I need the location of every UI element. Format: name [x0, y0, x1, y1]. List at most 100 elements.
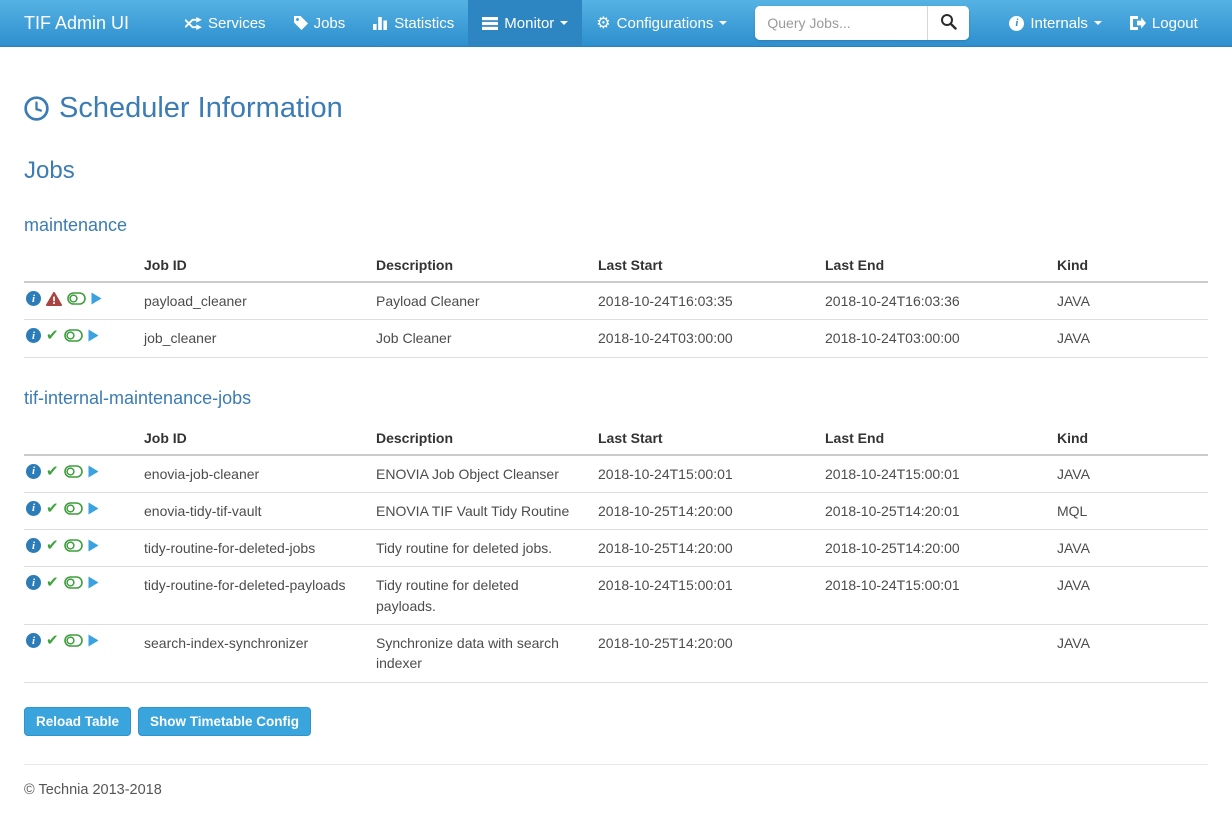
info-icon[interactable]: i — [26, 464, 41, 479]
column-header-last-start: Last Start — [590, 422, 817, 455]
job-row: i✔tidy-routine-for-deleted-payloadsTidy … — [24, 567, 1208, 625]
cell-description: Payload Cleaner — [368, 282, 590, 320]
cell-last-start: 2018-10-24T15:00:01 — [590, 455, 817, 493]
check-icon: ✔ — [46, 328, 59, 343]
table-actions: Reload Table Show Timetable Config — [24, 707, 1208, 736]
play-icon[interactable] — [88, 634, 99, 647]
nav-item-label: Monitor — [504, 15, 554, 32]
info-icon[interactable]: i — [26, 501, 41, 516]
check-icon: ✔ — [46, 633, 59, 648]
check-icon: ✔ — [46, 575, 59, 590]
brand[interactable]: TIF Admin UI — [0, 13, 147, 34]
sign-out-icon — [1130, 16, 1146, 30]
navbar: TIF Admin UI Services Jobs Statistics Mo… — [0, 0, 1232, 47]
chevron-down-icon — [719, 21, 727, 25]
job-row: i✔enovia-job-cleanerENOVIA Job Object Cl… — [24, 455, 1208, 493]
cell-description: Job Cleaner — [368, 320, 590, 357]
group-title: maintenance — [24, 215, 1208, 236]
column-header-kind: Kind — [1049, 422, 1208, 455]
info-icon[interactable]: i — [26, 575, 41, 590]
nav-right: i Internals Logout — [995, 0, 1211, 46]
nav-item-configurations[interactable]: ⚙ Configurations — [582, 0, 741, 46]
play-icon[interactable] — [91, 292, 102, 305]
show-timetable-config-button[interactable]: Show Timetable Config — [138, 707, 311, 736]
toggle-icon[interactable] — [64, 329, 83, 342]
jobs-table: Job ID Description Last Start Last End K… — [24, 422, 1208, 683]
job-actions: i✔ — [24, 455, 136, 493]
cell-description: Tidy routine for deleted jobs. — [368, 530, 590, 567]
cell-kind: MQL — [1049, 492, 1208, 529]
cell-last-end: 2018-10-24T03:00:00 — [817, 320, 1049, 357]
cell-job-id: job_cleaner — [136, 320, 368, 357]
cell-last-start: 2018-10-24T15:00:01 — [590, 567, 817, 625]
toggle-icon[interactable] — [64, 576, 83, 589]
toggle-icon[interactable] — [64, 502, 83, 515]
column-header-last-start: Last Start — [590, 249, 817, 282]
group-title: tif-internal-maintenance-jobs — [24, 388, 1208, 409]
column-header-description: Description — [368, 422, 590, 455]
job-row: i✔search-index-synchronizerSynchronize d… — [24, 625, 1208, 683]
tasks-icon — [482, 17, 498, 30]
nav-item-internals[interactable]: i Internals — [995, 0, 1116, 46]
nav-item-label: Jobs — [314, 15, 346, 32]
cell-kind: JAVA — [1049, 282, 1208, 320]
table-header-row: Job ID Description Last Start Last End K… — [24, 249, 1208, 282]
toggle-icon[interactable] — [64, 634, 83, 647]
column-header-actions — [24, 422, 136, 455]
job-group-maintenance: maintenance Job ID Description Last Star… — [24, 215, 1208, 358]
nav-item-jobs[interactable]: Jobs — [280, 0, 360, 46]
search-button[interactable] — [927, 6, 969, 40]
page-title-text: Scheduler Information — [59, 92, 343, 125]
nav-item-services[interactable]: Services — [171, 0, 280, 46]
nav-item-logout[interactable]: Logout — [1116, 0, 1212, 46]
toggle-icon[interactable] — [67, 292, 86, 305]
reload-table-button[interactable]: Reload Table — [24, 707, 131, 736]
cell-job-id: enovia-tidy-tif-vault — [136, 492, 368, 529]
info-icon[interactable]: i — [26, 538, 41, 553]
nav-item-label: Configurations — [617, 15, 714, 32]
cell-kind: JAVA — [1049, 320, 1208, 357]
search-input[interactable] — [755, 6, 927, 40]
cell-kind: JAVA — [1049, 455, 1208, 493]
job-row: i✔enovia-tidy-tif-vaultENOVIA TIF Vault … — [24, 492, 1208, 529]
cell-kind: JAVA — [1049, 625, 1208, 683]
info-icon[interactable]: i — [26, 328, 41, 343]
chevron-down-icon — [560, 21, 568, 25]
search-icon — [940, 13, 957, 33]
toggle-icon[interactable] — [64, 465, 83, 478]
section-title-jobs: Jobs — [24, 157, 1208, 185]
nav-item-statistics[interactable]: Statistics — [359, 0, 468, 46]
cell-job-id: tidy-routine-for-deleted-jobs — [136, 530, 368, 567]
play-icon[interactable] — [88, 502, 99, 515]
cell-last-end: 2018-10-24T15:00:01 — [817, 567, 1049, 625]
table-header-row: Job ID Description Last Start Last End K… — [24, 422, 1208, 455]
play-icon[interactable] — [88, 329, 99, 342]
nav-item-label: Statistics — [394, 15, 454, 32]
cell-last-end: 2018-10-25T14:20:01 — [817, 492, 1049, 529]
play-icon[interactable] — [88, 465, 99, 478]
check-icon: ✔ — [46, 538, 59, 553]
column-header-description: Description — [368, 249, 590, 282]
job-actions: i — [24, 282, 136, 320]
cell-job-id: search-index-synchronizer — [136, 625, 368, 683]
cell-last-start: 2018-10-24T03:00:00 — [590, 320, 817, 357]
info-icon[interactable]: i — [26, 633, 41, 648]
column-header-job-id: Job ID — [136, 249, 368, 282]
gear-icon: ⚙ — [596, 15, 610, 31]
toggle-icon[interactable] — [64, 539, 83, 552]
column-header-job-id: Job ID — [136, 422, 368, 455]
tag-icon — [294, 16, 308, 30]
check-icon: ✔ — [46, 464, 59, 479]
nav-item-monitor[interactable]: Monitor — [468, 0, 582, 46]
cell-last-start: 2018-10-25T14:20:00 — [590, 530, 817, 567]
nav-item-label: Internals — [1030, 15, 1088, 32]
play-icon[interactable] — [88, 576, 99, 589]
cell-last-end: 2018-10-24T16:03:36 — [817, 282, 1049, 320]
info-icon[interactable]: i — [26, 291, 41, 306]
cell-last-end: 2018-10-25T14:20:00 — [817, 530, 1049, 567]
job-actions: i✔ — [24, 492, 136, 529]
play-icon[interactable] — [88, 539, 99, 552]
column-header-actions — [24, 249, 136, 282]
nav-list: Services Jobs Statistics Monitor ⚙ Confi… — [171, 0, 741, 46]
cell-last-start: 2018-10-25T14:20:00 — [590, 625, 817, 683]
